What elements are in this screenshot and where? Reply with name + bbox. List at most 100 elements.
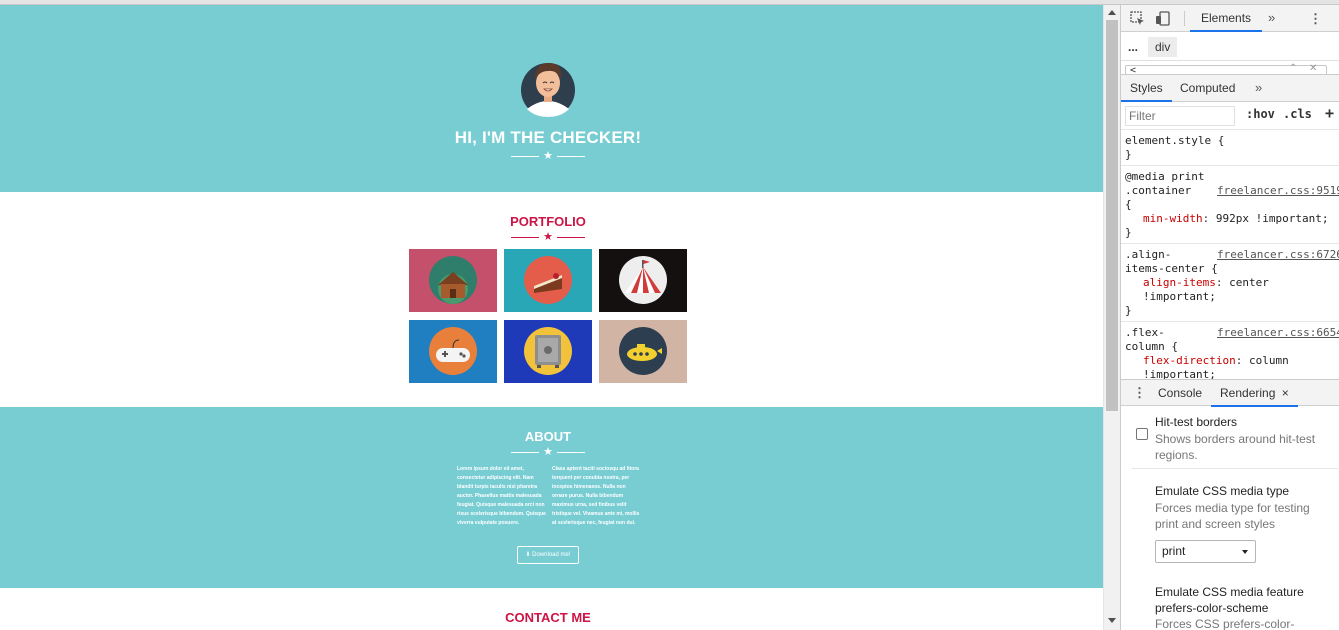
portfolio-item-game[interactable] (409, 320, 497, 383)
download-icon: ⬇ (525, 552, 531, 558)
css-value[interactable]: 992px !important; (1216, 212, 1329, 225)
styles-filter-row: :hov .cls + (1121, 103, 1339, 130)
hero-divider: ★ (511, 150, 585, 162)
star-icon: ★ (543, 150, 553, 162)
devtools-toolbar: Elements » ⋮ (1121, 5, 1339, 32)
cabin-icon (429, 256, 477, 304)
chevron-down-icon (1242, 550, 1248, 554)
new-rule-button[interactable]: + (1325, 104, 1334, 122)
rule-open-brace: { (1125, 198, 1132, 211)
more-tabs-icon[interactable]: » (1268, 5, 1275, 32)
css-property[interactable]: min-width (1143, 212, 1203, 225)
divider-line (511, 156, 539, 157)
tab-styles[interactable]: Styles (1121, 75, 1172, 102)
portfolio-item-cake[interactable] (504, 249, 592, 312)
portfolio-divider: ★ (511, 231, 585, 243)
color-scheme-description: Forces CSS prefers-color- (1155, 617, 1295, 630)
rule-declaration[interactable]: align-items: center !important; (1125, 276, 1339, 304)
more-panes-icon[interactable]: » (1255, 75, 1262, 102)
style-rule: element.style { } (1121, 130, 1339, 166)
avatar-icon (521, 63, 575, 117)
divider-line (557, 237, 585, 238)
tab-rendering-label: Rendering (1220, 386, 1276, 400)
divider-line (557, 452, 585, 453)
breadcrumb-ellipsis[interactable]: ... (1128, 33, 1138, 61)
about-text-left: Lorem ipsum dolor sit amet, consectetur … (457, 466, 546, 526)
cake-icon (524, 256, 572, 304)
about-title: ABOUT (524, 429, 572, 444)
contact-title: CONTACT ME (505, 610, 591, 625)
tab-computed[interactable]: Computed (1180, 75, 1235, 102)
rule-close-brace: } (1125, 148, 1132, 161)
portfolio-section: PORTFOLIO ★ (0, 192, 1103, 407)
portfolio-title: PORTFOLIO (510, 214, 586, 229)
breadcrumb-item-div[interactable]: div (1148, 37, 1178, 57)
media-type-title: Emulate CSS media type (1155, 484, 1290, 498)
game-controller-icon (429, 327, 477, 375)
tab-rendering[interactable]: Rendering × (1211, 380, 1298, 407)
portfolio-item-submarine[interactable] (599, 320, 687, 383)
divider-line (557, 156, 585, 157)
toolbar-separator (1184, 11, 1185, 26)
download-label: Download me! (532, 552, 571, 558)
rule-close-brace: } (1125, 304, 1132, 317)
color-scheme-title: Emulate CSS media feature prefers-color-… (1155, 585, 1304, 615)
styles-tabbar: Styles Computed » (1121, 75, 1339, 102)
scroll-down-icon[interactable] (1108, 618, 1116, 623)
inspect-element-icon[interactable] (1130, 11, 1145, 26)
download-button[interactable]: ⬇ Download me! (517, 546, 579, 564)
devtools-panel: Elements » ⋮ ... div < ⌃ ✕ Styles Comput… (1120, 5, 1339, 630)
portfolio-item-safe[interactable] (504, 320, 592, 383)
safe-icon (524, 327, 572, 375)
media-type-description: Forces media type for testing print and … (1155, 501, 1310, 531)
portfolio-item-circus[interactable] (599, 249, 687, 312)
about-divider: ★ (511, 446, 585, 458)
divider-line (511, 452, 539, 453)
about-text-right: Class aptent taciti sociosqu ad litora t… (552, 466, 640, 526)
css-property[interactable]: align-items (1143, 276, 1216, 289)
star-icon: ★ (543, 446, 553, 458)
tab-console[interactable]: Console (1158, 380, 1202, 407)
devtools-menu-icon[interactable]: ⋮ (1309, 12, 1322, 25)
breadcrumb: ... div (1121, 33, 1339, 61)
search-up-icon[interactable]: ⌃ (1289, 63, 1297, 74)
device-toolbar-icon[interactable] (1155, 11, 1170, 26)
drawer-tabbar: ⋮ Console Rendering × (1121, 379, 1339, 407)
rule-selector: element.style { (1125, 134, 1225, 147)
close-icon[interactable]: × (1282, 386, 1289, 400)
dom-search-strip: < ⌃ ✕ (1121, 61, 1339, 75)
scrollbar-thumb[interactable] (1106, 20, 1118, 411)
styles-filter-input[interactable] (1125, 106, 1235, 126)
rule-declaration[interactable]: flex-direction: column !important; (1125, 354, 1339, 379)
scroll-up-icon[interactable] (1108, 10, 1116, 15)
page-scrollbar[interactable] (1103, 5, 1120, 630)
rule-source-link[interactable]: freelancer.css:6654 (1217, 326, 1339, 340)
style-rule: freelancer.css:6654 .flex- column { flex… (1121, 322, 1339, 379)
portfolio-item-cabin[interactable] (409, 249, 497, 312)
masthead-section: HI, I'M THE CHECKER! ★ (0, 5, 1103, 192)
drawer-menu-icon[interactable]: ⋮ (1133, 386, 1146, 399)
circus-tent-icon (619, 256, 667, 304)
submarine-icon (619, 327, 667, 375)
cls-button[interactable]: .cls (1283, 107, 1312, 121)
media-type-select[interactable]: print (1155, 540, 1256, 563)
style-rules-list: element.style { } freelancer.css:9519 @m… (1121, 130, 1339, 379)
star-icon: ★ (543, 231, 553, 243)
rule-declaration[interactable]: min-width: 992px !important; (1125, 212, 1339, 226)
section-divider (1132, 468, 1338, 469)
close-icon[interactable]: ✕ (1309, 63, 1317, 74)
hov-button[interactable]: :hov (1246, 107, 1275, 121)
rendering-panel: Hit-test borders Shows borders around hi… (1121, 407, 1339, 630)
contact-section: CONTACT ME ★ (0, 588, 1103, 630)
rule-source-link[interactable]: freelancer.css:6726 (1217, 248, 1339, 262)
rule-source-link[interactable]: freelancer.css:9519 (1217, 184, 1339, 198)
divider-line (511, 237, 539, 238)
media-type-value: print (1162, 544, 1186, 558)
style-rule: freelancer.css:6726 .align- items-center… (1121, 244, 1339, 322)
hero-title: HI, I'M THE CHECKER! (454, 128, 642, 147)
page-viewport[interactable]: HI, I'M THE CHECKER! ★ PORTFOLIO ★ ABOUT… (0, 5, 1103, 630)
hit-test-checkbox[interactable] (1136, 428, 1148, 440)
tab-elements[interactable]: Elements (1190, 5, 1263, 32)
hit-test-title: Hit-test borders (1155, 415, 1238, 429)
css-property[interactable]: flex-direction (1143, 354, 1236, 367)
